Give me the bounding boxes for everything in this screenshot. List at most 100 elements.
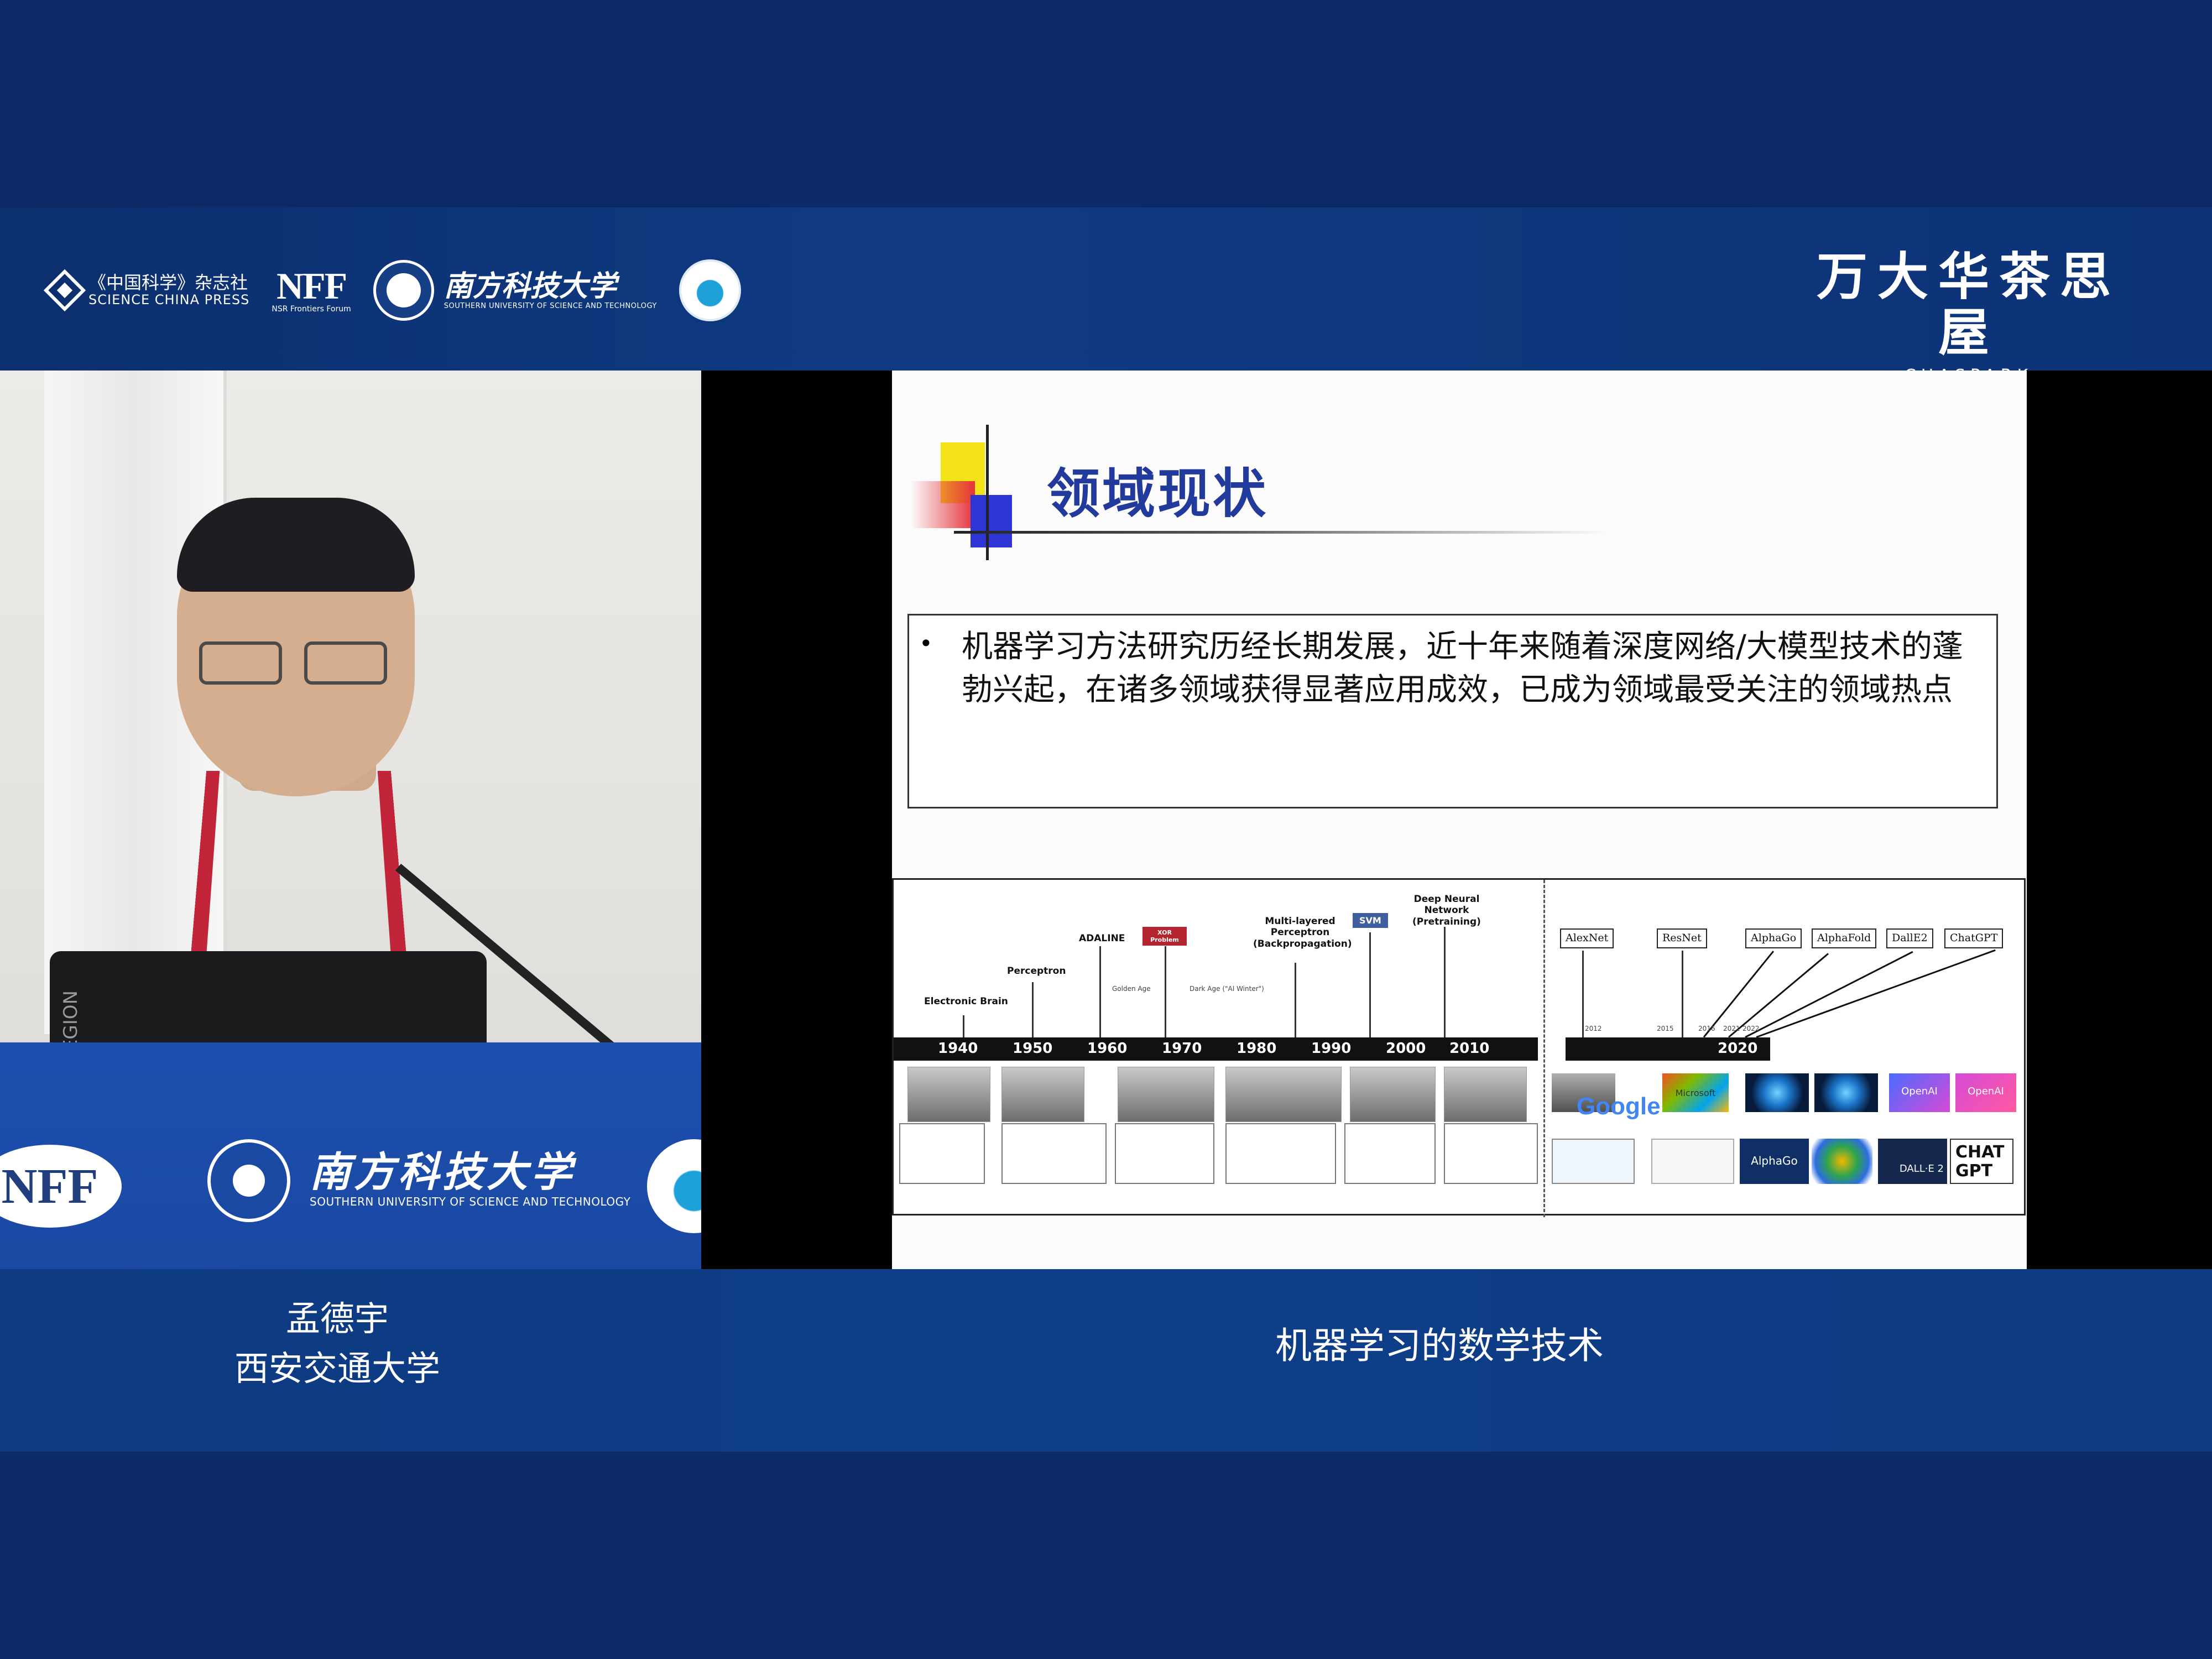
podium-sustech: 南方科技大学 SOUTHERN UNIVERSITY OF SCIENCE AN… [310, 1150, 630, 1208]
deepmind-eye-icon [1745, 1073, 1809, 1112]
bullet-box: • 机器学习方法研究历经长期发展，近十年来随着深度网络/大模型技术的蓬勃兴起，在… [907, 614, 1998, 808]
concept-diagram [1001, 1123, 1107, 1184]
year-label: 1980 [1237, 1040, 1277, 1057]
podium-nff-text: NFF [1, 1159, 98, 1214]
slide-title: 领域现状 [1047, 463, 1268, 525]
concept-diagram [1115, 1123, 1214, 1184]
ml-history-timeline: Electronic Brain Perceptron ADALINE XOR … [892, 878, 2026, 1217]
timeline-bar [894, 1037, 1538, 1061]
sustech-seal-icon [373, 260, 434, 321]
event-arrow [1295, 963, 1296, 1037]
event-dnn: Deep Neural Network (Pretraining) [1412, 894, 1481, 927]
model-arrow [1682, 951, 1683, 1037]
paper-figure [1651, 1139, 1734, 1184]
glasses-icon [199, 641, 393, 686]
nff-subtitle: NSR Frontiers Forum [272, 305, 351, 314]
speaker-video: LEGION NFF 南方科技大学 SOUTHERN UNIVERSITY OF… [0, 371, 701, 1269]
year-label: 2010 [1449, 1040, 1490, 1057]
openai-logo: OpenAI [1955, 1073, 2016, 1112]
podium-sustech-en: SOUTHERN UNIVERSITY OF SCIENCE AND TECHN… [310, 1195, 631, 1209]
speaker-affiliation: 西安交通大学 [234, 1348, 440, 1389]
diamond-icon [43, 269, 86, 312]
paper-figure [1552, 1139, 1635, 1184]
title-underline [954, 531, 1606, 534]
alphago-logo: AlphaGo [1740, 1139, 1809, 1184]
title-decoration [971, 495, 1012, 547]
google-logo: Google [1577, 1093, 1661, 1120]
model-chatgpt: ChatGPT [1944, 928, 2004, 948]
year-label-2020: 2020 [1718, 1040, 1758, 1057]
year-label: 1990 [1311, 1040, 1352, 1057]
podium-seal-icon [207, 1139, 290, 1222]
chaspark-brand: 万大华茶思屋 CHASPARK [1814, 247, 2124, 385]
sponsor-logos: 《中国科学》杂志社 SCIENCE CHINA PRESS NFF NSR Fr… [43, 254, 741, 326]
year-label: 1950 [1013, 1040, 1053, 1057]
event-electronic-brain: Electronic Brain [924, 996, 1008, 1007]
pioneer-photo [1001, 1067, 1084, 1122]
year-label: 1940 [938, 1040, 978, 1057]
year-label: 2000 [1386, 1040, 1426, 1057]
model-arrow [1582, 951, 1584, 1037]
event-multilayer: Multi-layered Perceptron (Backpropagatio… [1253, 916, 1352, 950]
lanyard [190, 770, 407, 958]
model-year: 2022 [1743, 1025, 1760, 1032]
model-year: 2012 [1585, 1025, 1602, 1032]
model-alphafold: AlphaFold [1812, 928, 1877, 948]
event-arrow [1165, 946, 1166, 1037]
bullet-mark: • [919, 630, 933, 657]
speaker-caption: 孟德宇 西安交通大学 [0, 1294, 675, 1394]
microsoft-logo: Microsoft [1662, 1073, 1729, 1112]
model-arrow [1745, 951, 1913, 1038]
talk-title: 机器学习的数学技术 [1275, 1324, 1604, 1367]
model-year: 2016 [1698, 1025, 1715, 1032]
dark-age-label: Dark Age ("AI Winter") [1190, 985, 1264, 993]
concept-diagram [1344, 1123, 1436, 1184]
nff-text: NFF [276, 265, 347, 307]
partner-emblem-icon [679, 259, 741, 321]
model-resnet: ResNet [1657, 928, 1707, 948]
sustech-zh: 南方科技大学 [444, 269, 617, 303]
dalle-logo: DALL·E 2 [1878, 1139, 1947, 1184]
model-year: 2015 [1657, 1025, 1674, 1032]
bottom-band [0, 1452, 2212, 1659]
timeline-divider [1543, 880, 1545, 1217]
nff-logo: NFF NSR Frontiers Forum [272, 267, 351, 314]
model-alphago: AlphaGo [1745, 928, 1802, 948]
model-alexnet: AlexNet [1560, 928, 1614, 948]
model-arrow [1756, 949, 1996, 1038]
golden-age-label: Golden Age [1112, 985, 1151, 993]
speaker-name: 孟德宇 [285, 1298, 389, 1339]
pioneer-photo [907, 1067, 990, 1122]
sustech-en: SOUTHERN UNIVERSITY OF SCIENCE AND TECHN… [444, 302, 657, 311]
bullet-text: 机器学习方法研究历经长期发展，近十年来随着深度网络/大模型技术的蓬勃兴起，在诸多… [962, 629, 1963, 708]
pioneer-photo [1444, 1067, 1527, 1122]
event-arrow [1369, 932, 1371, 1037]
concept-diagram [1225, 1123, 1336, 1184]
model-year: 2021 [1723, 1025, 1740, 1032]
year-label: 1960 [1087, 1040, 1128, 1057]
speaker-hair [177, 498, 415, 592]
event-arrow [963, 1015, 964, 1037]
event-arrow [1032, 982, 1034, 1037]
science-china-zh: 《中国科学》杂志社 [88, 272, 248, 294]
pioneer-photo [1118, 1067, 1214, 1122]
year-label: 1970 [1162, 1040, 1202, 1057]
top-band [0, 0, 2212, 207]
title-decoration [986, 425, 989, 560]
science-china-press-logo: 《中国科学》杂志社 SCIENCE CHINA PRESS [43, 269, 249, 312]
event-svm-tag: SVM [1353, 913, 1388, 928]
brand-zh: 万大华茶思屋 [1816, 247, 2121, 363]
title-decoration [911, 481, 975, 528]
pioneer-photo [1350, 1067, 1436, 1122]
concept-diagram [1444, 1123, 1538, 1184]
openai-logo: OpenAI [1889, 1073, 1950, 1112]
event-perceptron: Perceptron [1007, 966, 1066, 977]
protein-structure-icon [1812, 1139, 1872, 1184]
concept-diagram [899, 1123, 985, 1184]
slide-panel: 领域现状 • 机器学习方法研究历经长期发展，近十年来随着深度网络/大模型技术的蓬… [701, 371, 2212, 1269]
laptop [50, 951, 487, 1051]
deepmind-eye-icon [1814, 1073, 1878, 1112]
slide: 领域现状 • 机器学习方法研究历经长期发展，近十年来随着深度网络/大模型技术的蓬… [892, 371, 2027, 1269]
chatgpt-logo: CHAT GPT [1950, 1139, 2013, 1184]
pioneer-photo [1225, 1067, 1342, 1122]
